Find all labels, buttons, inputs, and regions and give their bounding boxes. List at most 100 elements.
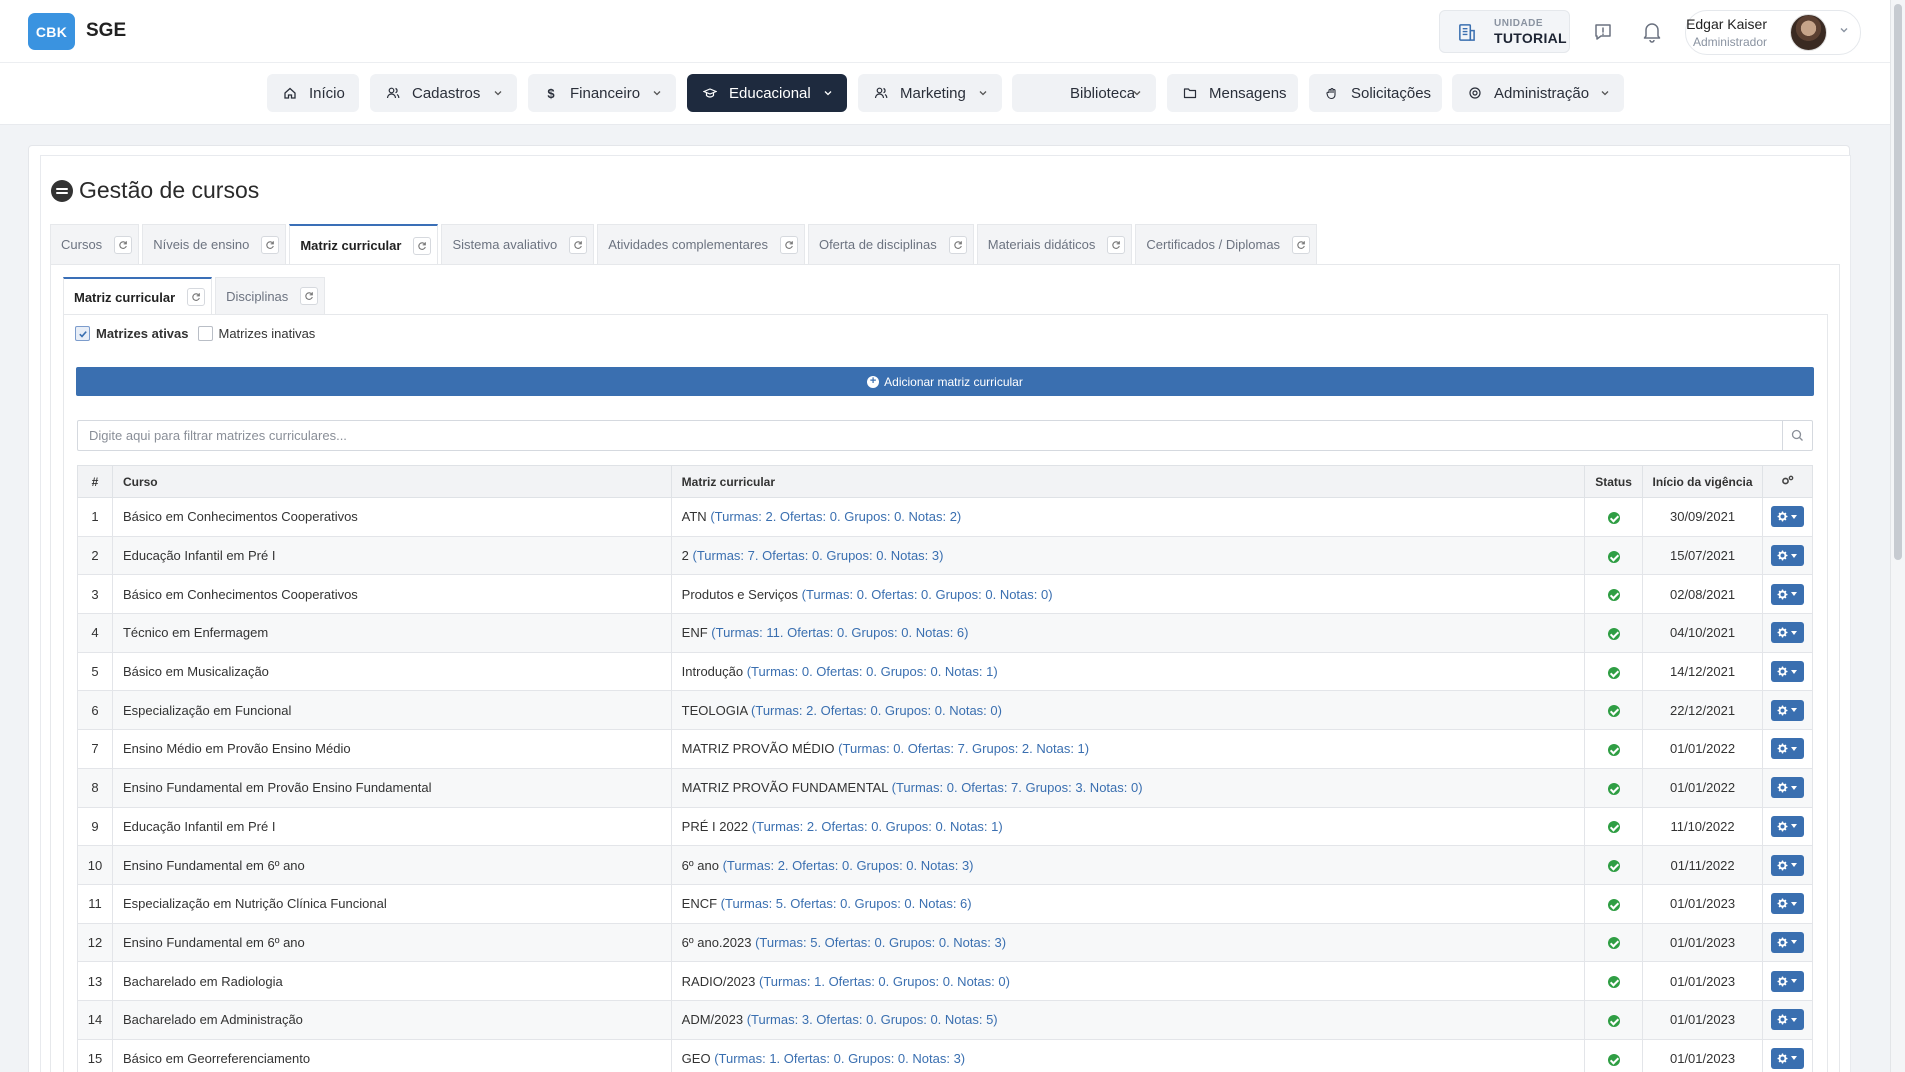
refresh-icon[interactable] — [779, 235, 798, 254]
refresh-icon[interactable] — [114, 235, 133, 254]
matrix-details: (Turmas: 1. Ofertas: 0. Grupos: 0. Notas… — [758, 973, 1010, 989]
nav-administracao[interactable]: Administração — [1452, 74, 1624, 112]
main-nav: Início Cadastros $ Financeiro Educaciona… — [0, 63, 1890, 125]
table-row[interactable]: 15 Básico em Georreferenciamento GEO (Turm… — [77, 1038, 1814, 1072]
row-actions-button[interactable] — [1770, 583, 1804, 605]
row-actions-button[interactable] — [1770, 1009, 1804, 1031]
chat-button[interactable] — [1588, 17, 1618, 47]
chevron-down-icon — [494, 91, 502, 96]
nav-solicitacoes[interactable]: Solicitações — [1309, 74, 1442, 112]
inactive-matrices-checkbox[interactable] — [197, 326, 213, 341]
col-header-course[interactable]: Curso — [111, 465, 672, 498]
table-row[interactable]: 8 Ensino Fundamental em Provão Ensino Fun… — [77, 767, 1814, 808]
matrix-cell: GEO (Turmas: 1. Ofertas: 0. Grupos: 0. N… — [670, 1038, 1586, 1072]
refresh-icon[interactable] — [1292, 235, 1311, 254]
col-header-matrix[interactable]: Matriz curricular — [670, 465, 1586, 498]
table-row[interactable]: 11 Especialização em Nutrição Clínica Fun… — [77, 883, 1814, 924]
scrollbar[interactable] — [1890, 0, 1905, 1072]
notifications-button[interactable] — [1637, 17, 1667, 47]
table-row[interactable]: 1 Básico em Conhecimentos Cooperativos ATN… — [77, 497, 1814, 537]
status-cell — [1584, 535, 1644, 576]
user-name: Edgar Kaiser — [1686, 16, 1767, 32]
table-row[interactable]: 14 Bacharelado em Administração ADM/2023 (… — [77, 999, 1814, 1040]
start-date: 01/01/2022 — [1642, 767, 1763, 808]
checkmark-icon — [78, 330, 87, 338]
caret-down-icon — [1791, 940, 1798, 945]
table-row[interactable]: 3 Básico em Conhecimentos Cooperativos Pro… — [77, 574, 1814, 615]
subtab-matriz-curricular[interactable]: Matriz curricular — [63, 277, 213, 315]
scroll-thumb[interactable] — [1894, 4, 1902, 560]
actions-cell — [1761, 999, 1814, 1040]
nav-educacional[interactable]: Educacional — [687, 74, 847, 112]
chevron-down-icon — [1133, 91, 1141, 96]
user-menu[interactable]: Edgar Kaiser Administrador — [1685, 10, 1861, 55]
col-header-status[interactable]: Status — [1584, 465, 1644, 498]
row-actions-button[interactable] — [1770, 893, 1804, 915]
row-actions-button[interactable] — [1770, 506, 1804, 528]
tab-oferta-de-disciplinas[interactable]: Oferta de disciplinas — [807, 224, 974, 264]
row-actions-button[interactable] — [1770, 738, 1804, 760]
refresh-icon[interactable] — [1107, 235, 1126, 254]
col-header-start[interactable]: Início da vigência — [1642, 465, 1763, 498]
nav-cadastros[interactable]: Cadastros — [370, 74, 517, 112]
nav-marketing[interactable]: Marketing — [858, 74, 1002, 112]
unit-selector[interactable]: UNIDADE TUTORIAL — [1439, 10, 1570, 53]
nav-financeiro[interactable]: $ Financeiro — [528, 74, 676, 112]
dollar-icon: $ — [547, 85, 555, 101]
subtab-disciplinas[interactable]: Disciplinas — [215, 277, 326, 314]
table-row[interactable]: 7 Ensino Médio em Provão Ensino Médio MATR… — [77, 729, 1814, 769]
row-actions-button[interactable] — [1770, 854, 1804, 876]
active-matrices-label[interactable]: Matrizes ativas — [96, 326, 189, 341]
active-matrices-checkbox[interactable] — [75, 326, 90, 341]
chevron-down-icon — [1840, 28, 1848, 33]
inactive-matrices-label[interactable]: Matrizes inativas — [219, 326, 316, 341]
nav-biblioteca[interactable]: Biblioteca — [1012, 74, 1156, 112]
tab-certificados-diplomas[interactable]: Certificados / Diplomas — [1135, 224, 1318, 264]
nav-label: Biblioteca — [1070, 84, 1136, 102]
row-actions-button[interactable] — [1770, 1047, 1804, 1069]
refresh-icon[interactable] — [948, 235, 967, 254]
tab-matriz-curricular[interactable]: Matriz curricular — [289, 224, 439, 265]
app-logo[interactable]: CBK — [28, 13, 75, 50]
table-row[interactable]: 6 Especialização em Funcional TEOLOGIA (Tu… — [77, 690, 1814, 731]
row-actions-button[interactable] — [1770, 970, 1804, 992]
refresh-icon[interactable] — [300, 287, 319, 305]
matrix-cell: Introdução (Turmas: 0. Ofertas: 0. Grupo… — [670, 651, 1586, 692]
table-row[interactable]: 4 Técnico em Enfermagem ENF (Turmas: 11. O… — [77, 613, 1814, 653]
table-row[interactable]: 2 Educação Infantil em Pré I2 (Turmas: 7.… — [77, 535, 1814, 576]
tab-sistema-avaliativo[interactable]: Sistema avaliativo — [441, 224, 595, 264]
search-input[interactable] — [78, 421, 1783, 450]
search-button[interactable] — [1782, 421, 1812, 450]
row-actions-button[interactable] — [1770, 815, 1804, 837]
subtab-label: Matriz curricular — [74, 289, 176, 305]
nav-inicio[interactable]: Início — [267, 74, 359, 112]
row-actions-button[interactable] — [1770, 545, 1804, 567]
row-number: 12 — [77, 922, 113, 963]
tab-label: Materiais didáticos — [987, 237, 1096, 252]
tab-atividades-complementares[interactable]: Atividades complementares — [597, 224, 805, 264]
add-matrix-button[interactable]: + Adicionar matriz curricular — [76, 367, 1814, 396]
table-row[interactable]: 9 Educação Infantil em Pré I PRÉ I 2022 (T… — [77, 806, 1814, 847]
matrix-cell: 2 (Turmas: 7. Ofertas: 0. Grupos: 0. Not… — [670, 535, 1586, 576]
col-header-settings[interactable] — [1761, 465, 1814, 498]
row-actions-button[interactable] — [1770, 931, 1804, 953]
tab-niveis-de-ensino[interactable]: Níveis de ensino — [142, 224, 287, 264]
table-row[interactable]: 10 Ensino Fundamental em 6º ano 6º ano (Tu… — [77, 845, 1814, 885]
nav-mensagens[interactable]: Mensagens — [1167, 74, 1298, 112]
row-number: 6 — [77, 690, 113, 731]
refresh-icon[interactable] — [413, 236, 432, 255]
row-actions-button[interactable] — [1770, 699, 1804, 721]
table-row[interactable]: 13 Bacharelado em Radiologia RADIO/2023 (T… — [77, 961, 1814, 1001]
col-header-num[interactable]: # — [77, 465, 113, 498]
row-actions-button[interactable] — [1770, 661, 1804, 683]
row-actions-button[interactable] — [1770, 622, 1804, 644]
book-icon — [1028, 86, 1042, 100]
table-row[interactable]: 12 Ensino Fundamental em 6º ano 6º ano.202… — [77, 922, 1814, 963]
tab-cursos[interactable]: Cursos — [50, 224, 140, 264]
refresh-icon[interactable] — [187, 288, 206, 306]
refresh-icon[interactable] — [569, 235, 588, 254]
tab-materiais-didaticos[interactable]: Materiais didáticos — [976, 224, 1133, 264]
table-row[interactable]: 5 Básico em Musicalização Introdução (Turm… — [77, 651, 1814, 692]
row-actions-button[interactable] — [1770, 777, 1804, 799]
refresh-icon[interactable] — [261, 235, 280, 254]
